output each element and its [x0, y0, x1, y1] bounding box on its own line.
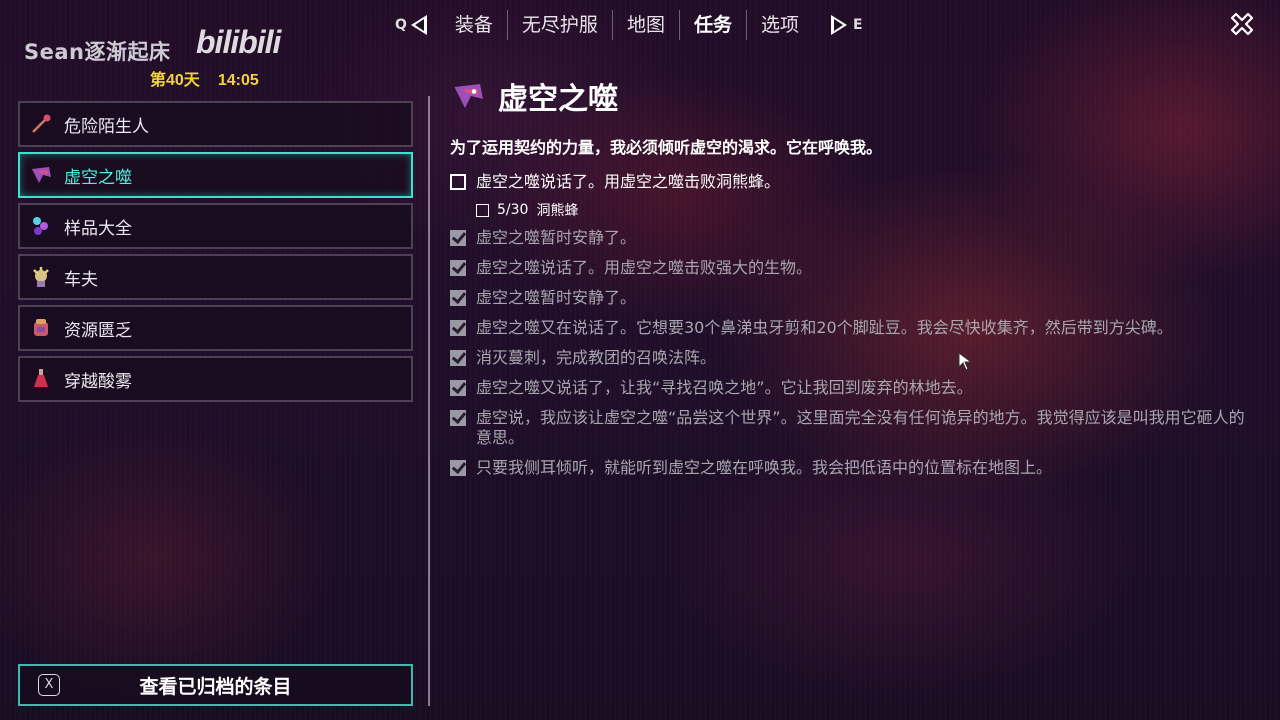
samples-icon: [28, 213, 54, 239]
sub-target: 洞熊蜂: [536, 203, 579, 219]
sub-objective: 5/30 洞熊蜂: [476, 200, 1260, 220]
quest-item-dangerous-stranger[interactable]: 危险陌生人: [18, 101, 413, 147]
checked-checkbox: [450, 290, 466, 306]
next-tab-key: E: [852, 17, 863, 33]
step-text: 虚空之噬说话了。用虚空之噬击败洞熊蜂。: [476, 172, 781, 191]
quest-label: 样品大全: [64, 218, 132, 239]
completed-step: 虚空之噬暂时安静了。: [450, 228, 1260, 248]
close-menu-button[interactable]: [1228, 10, 1256, 38]
quest-label: 穿越酸雾: [64, 371, 132, 392]
quest-item-samples[interactable]: 样品大全: [18, 203, 413, 249]
prev-tab-key: Q: [395, 17, 407, 33]
checked-checkbox: [450, 410, 466, 426]
quest-description: 为了运用契约的力量，我必须倾听虚空的渴求。它在呼唤我。: [450, 138, 883, 157]
quest-item-acid-fog[interactable]: 穿越酸雾: [18, 356, 413, 402]
streamer-watermark: Sean逐渐起床: [24, 40, 171, 64]
view-archived-button[interactable]: X 查看已归档的条目: [18, 664, 413, 706]
completed-step: 只要我侧耳倾听，就能听到虚空之噬在呼唤我。我会把低语中的位置标在地图上。: [450, 458, 1260, 478]
step-text: 虚空说，我应该让虚空之噬“品尝这个世界”。这里面完全没有任何诡异的地方。我觉得应…: [476, 408, 1245, 447]
sub-progress-count: 5/30: [497, 202, 529, 218]
prev-tab-arrow-icon[interactable]: [410, 15, 427, 35]
quest-item-void-maw[interactable]: 虚空之噬: [18, 152, 413, 198]
quest-item-resources[interactable]: 资源匮乏: [18, 305, 413, 351]
panel-divider: [428, 96, 430, 706]
day-time-display: 第40天 14:05: [150, 66, 277, 90]
tab-quests[interactable]: 任务: [680, 10, 747, 40]
step-text: 虚空之噬暂时安静了。: [476, 288, 637, 307]
mouse-cursor-icon: [958, 352, 974, 376]
wand-icon: [28, 111, 54, 137]
archive-key-hint: X: [38, 674, 60, 696]
completed-step: 虚空之噬又说话了，让我“寻找召唤之地”。它让我回到废弃的林地去。: [450, 378, 1260, 398]
archive-button-label: 查看已归档的条目: [139, 675, 292, 698]
bilibili-logo: bilibili: [196, 24, 281, 60]
quest-item-coachman[interactable]: 车夫: [18, 254, 413, 300]
resources-icon: [28, 315, 54, 341]
next-tab-arrow-icon[interactable]: [830, 15, 847, 35]
step-text: 虚空之噬又在说话了。它想要30个鼻涕虫牙剪和20个脚趾豆。我会尽快收集齐，然后带…: [476, 318, 1173, 337]
day-label: 第40天: [150, 72, 200, 89]
step-text: 消灭蔓刺，完成教团的召唤法阵。: [476, 348, 717, 367]
quest-steps: 虚空之噬说话了。用虚空之噬击败洞熊蜂。 5/30 洞熊蜂 虚空之噬暂时安静了。 …: [450, 172, 1260, 478]
void-maw-icon: [450, 78, 486, 114]
quest-label: 危险陌生人: [64, 116, 149, 137]
quest-title: 虚空之噬: [498, 82, 618, 117]
checked-checkbox: [450, 230, 466, 246]
coachman-icon: [28, 264, 54, 290]
completed-step: 虚空说，我应该让虚空之噬“品尝这个世界”。这里面完全没有任何诡异的地方。我觉得应…: [450, 408, 1260, 448]
checked-checkbox: [450, 350, 466, 366]
completed-step: 消灭蔓刺，完成教团的召唤法阵。: [450, 348, 1260, 368]
step-text: 虚空之噬说话了。用虚空之噬击败强大的生物。: [476, 258, 813, 277]
checked-checkbox: [450, 320, 466, 336]
tab-endless-suit[interactable]: 无尽护服: [508, 10, 613, 40]
completed-step: 虚空之噬又在说话了。它想要30个鼻涕虫牙剪和20个脚趾豆。我会尽快收集齐，然后带…: [450, 318, 1260, 338]
tab-equipment[interactable]: 装备: [441, 10, 508, 40]
close-icon: [1230, 12, 1254, 36]
quest-label: 虚空之噬: [64, 167, 132, 188]
quest-list: 危险陌生人 虚空之噬 样品大全 车夫 资源匮乏 穿越酸雾: [18, 101, 413, 407]
checked-checkbox: [450, 460, 466, 476]
step-text: 虚空之噬暂时安静了。: [476, 228, 637, 247]
acid-flask-icon: [28, 366, 54, 392]
tab-options[interactable]: 选项: [747, 10, 813, 40]
void-maw-icon: [28, 162, 54, 188]
step-checkbox: [450, 174, 466, 190]
current-step: 虚空之噬说话了。用虚空之噬击败洞熊蜂。: [450, 172, 1260, 192]
checked-checkbox: [450, 380, 466, 396]
clock-time: 14:05: [217, 72, 259, 89]
step-text: 只要我侧耳倾听，就能听到虚空之噬在呼唤我。我会把低语中的位置标在地图上。: [476, 458, 1053, 477]
quest-label: 车夫: [64, 269, 98, 290]
tab-map[interactable]: 地图: [613, 10, 680, 40]
top-nav: Q 装备 无尽护服 地图 任务 选项 E: [395, 8, 867, 42]
checked-checkbox: [450, 260, 466, 276]
completed-step: 虚空之噬说话了。用虚空之噬击败强大的生物。: [450, 258, 1260, 278]
step-text: 虚空之噬又说话了，让我“寻找召唤之地”。它让我回到废弃的林地去。: [476, 378, 973, 397]
quest-label: 资源匮乏: [64, 320, 132, 341]
sub-checkbox: [476, 203, 489, 217]
quest-detail: 虚空之噬 为了运用契约的力量，我必须倾听虚空的渴求。它在呼唤我。 虚空之噬说话了…: [450, 72, 1260, 488]
completed-step: 虚空之噬暂时安静了。: [450, 288, 1260, 308]
